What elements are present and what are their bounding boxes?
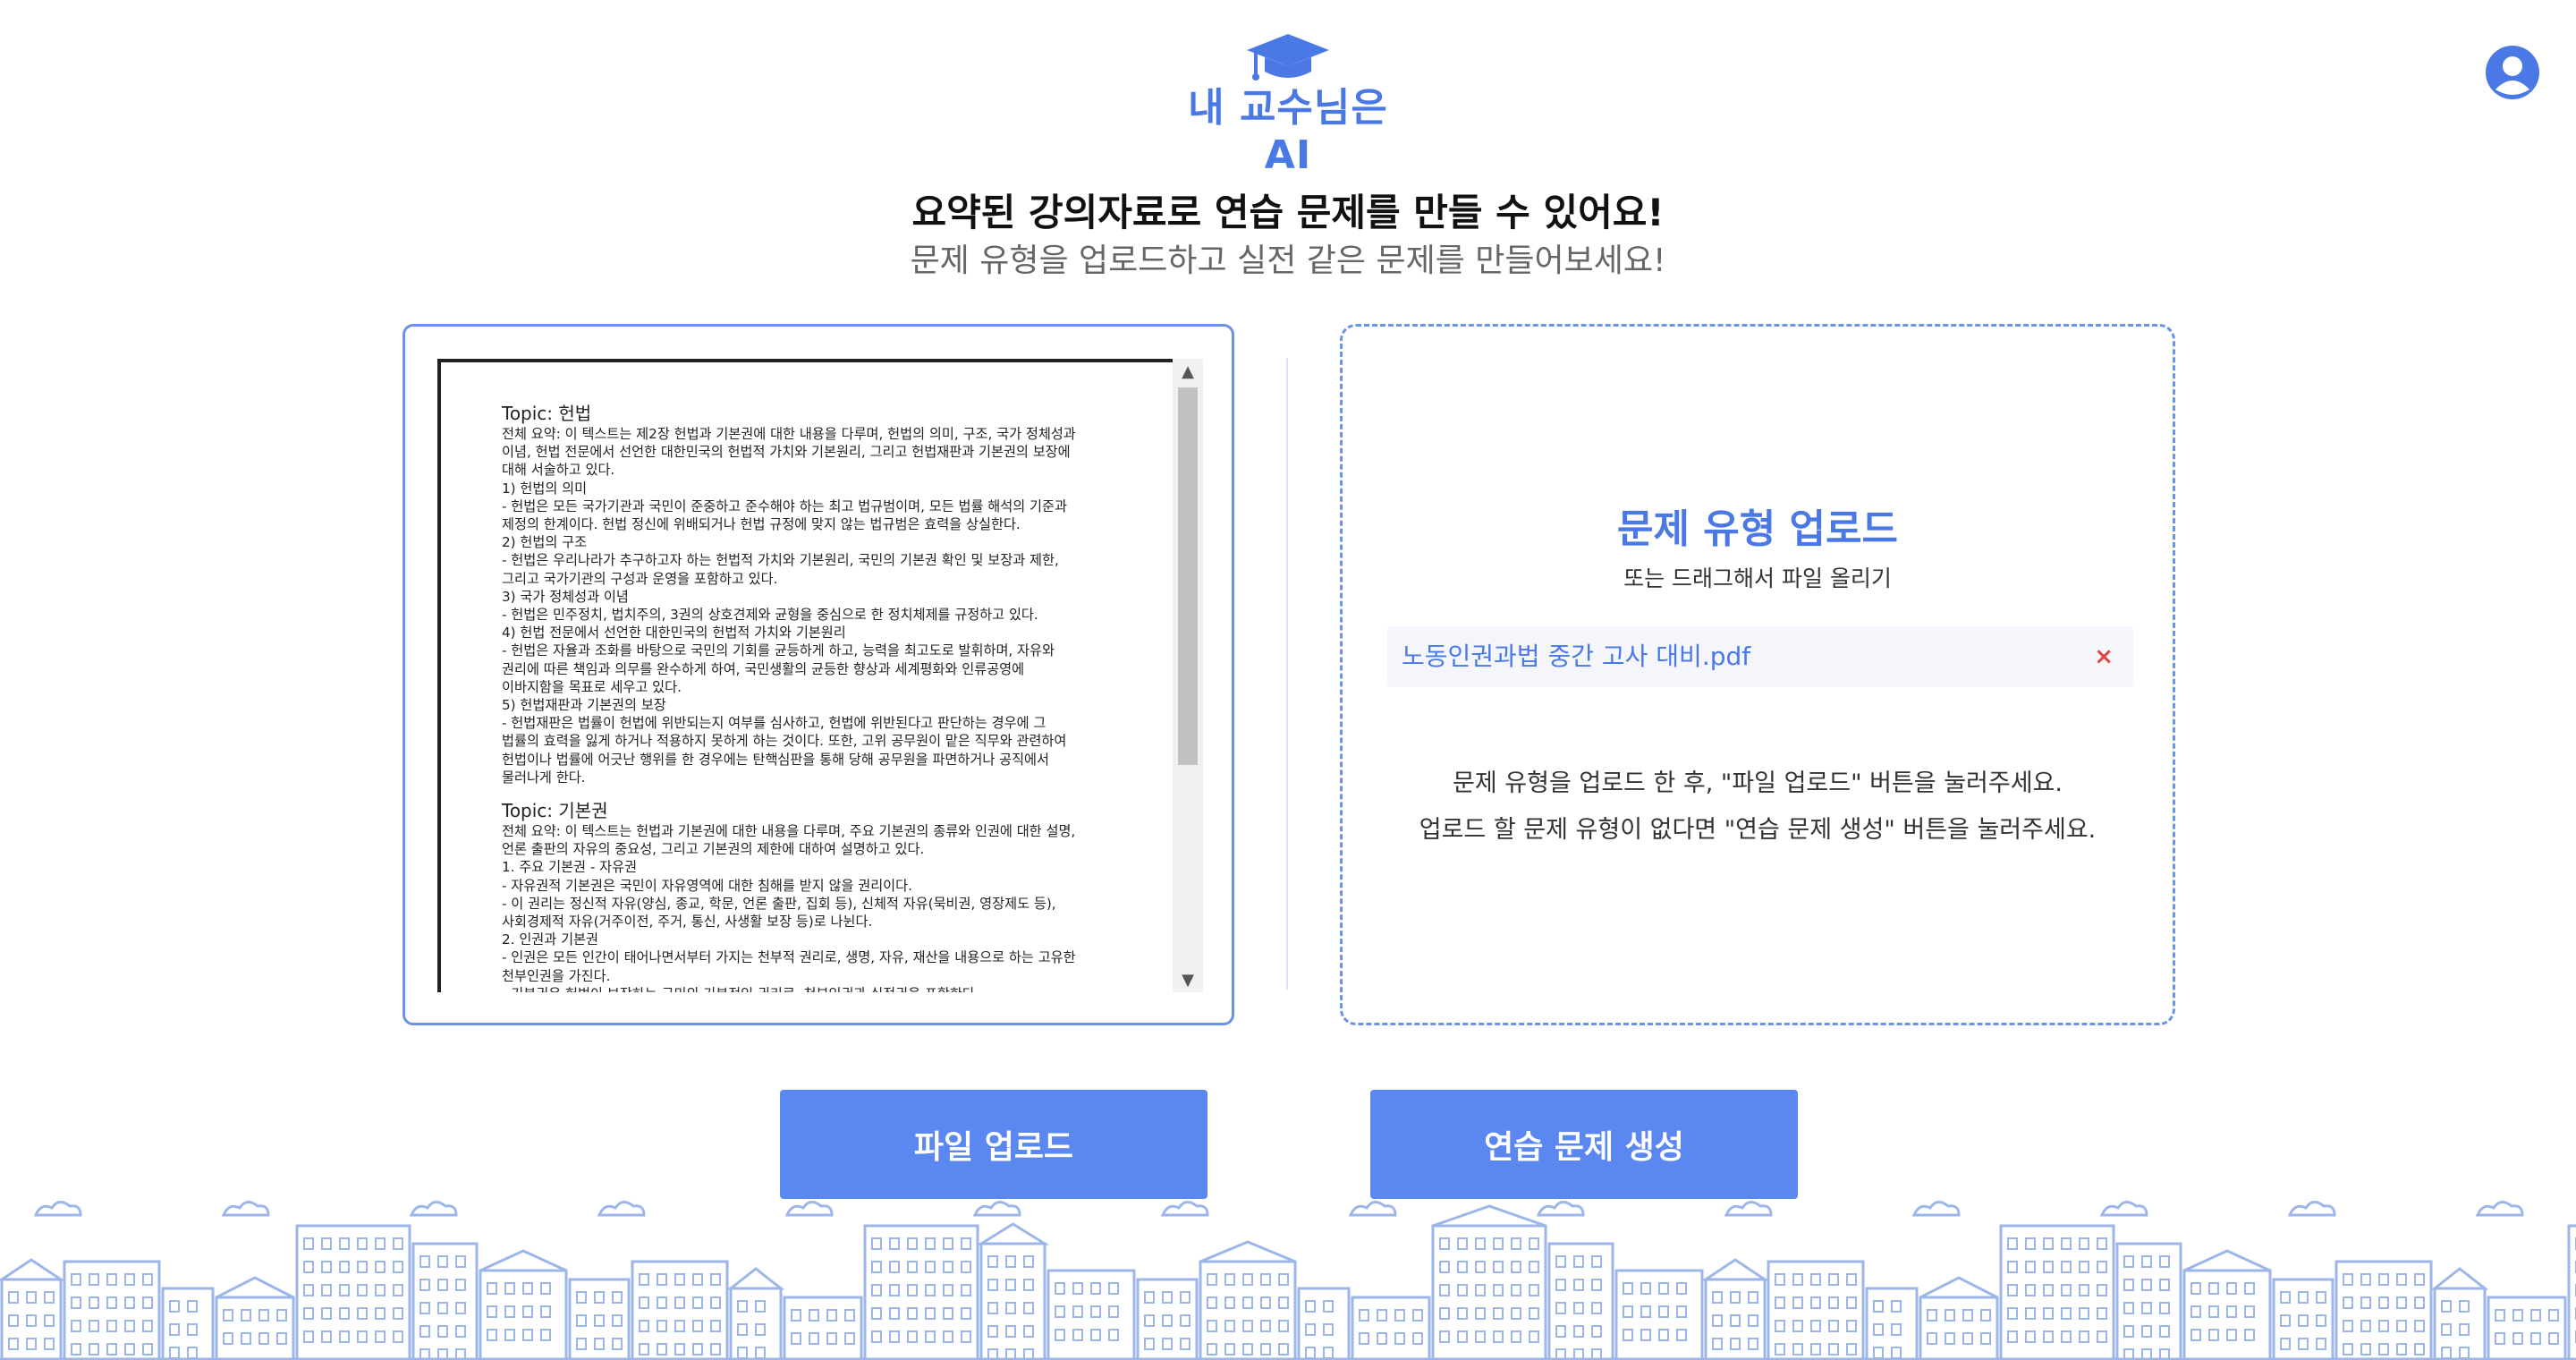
upload-drag-hint: 또는 드래그해서 파일 올리기 bbox=[1623, 565, 1892, 591]
document-text-line: - 헌법재판은 법률이 헌법에 위반되는지 여부를 심사하고, 헌법에 위반된다… bbox=[502, 715, 1046, 732]
document-text-line: 1) 헌법의 의미 bbox=[502, 480, 588, 497]
app-root: 내 교수님은 AI 요약된 강의자료로 연습 문제를 만들 수 있어요! 문제 … bbox=[0, 0, 2576, 1360]
document-text-line: 5) 헌법재판과 기본권의 보장 bbox=[502, 697, 666, 714]
document-text-line: - 인권은 모든 인간이 태어나면서부터 가지는 천부적 권리로, 생명, 자유… bbox=[502, 949, 1076, 966]
uploaded-file-item: 노동인권과법 중간 고사 대비.pdf × bbox=[1387, 626, 2133, 687]
document-text-line: 헌법이나 법률에 어긋난 행위를 한 경우에는 탄핵심판을 통해 당해 공무원을… bbox=[502, 751, 1050, 768]
upload-title[interactable]: 문제 유형 업로드 bbox=[1343, 497, 2173, 554]
document-text-line: 전체 요약: 이 텍스트는 헌법과 기본권에 대한 내용을 다루며, 주요 기본… bbox=[502, 823, 1076, 840]
document-text-line: 천부인권을 가진다. bbox=[502, 967, 611, 984]
document-content: Topic: 헌법전체 요약: 이 텍스트는 제2장 헌법과 기본권에 대한 내… bbox=[502, 398, 1128, 992]
scroll-down-arrow-icon[interactable]: ▼ bbox=[1173, 967, 1203, 992]
document-topic-heading: Topic: 헌법 bbox=[502, 403, 592, 424]
upload-dropzone[interactable]: 문제 유형 업로드 또는 드래그해서 파일 올리기 노동인권과법 중간 고사 대… bbox=[1340, 324, 2175, 1025]
document-text-line: - 헌법은 자율과 조화를 바탕으로 국민의 기회를 균등하게 하고, 능력을 … bbox=[502, 642, 1055, 659]
document-text-line: - 헌법은 민주정치, 법치주의, 3권의 상호견제와 균형을 중심으로 한 정… bbox=[502, 607, 1038, 624]
upload-instruction-2: 업로드 할 문제 유형이 없다면 "연습 문제 생성" 버튼을 눌러주세요. bbox=[1419, 816, 2097, 844]
page-headline: 요약된 강의자료로 연습 문제를 만들 수 있어요! bbox=[911, 191, 1665, 234]
logo-text: 내 교수님은 AI bbox=[1188, 85, 1388, 178]
document-text-line: - 헌법은 모든 국가기관과 국민이 준중하고 준수해야 하는 최고 법규범이며… bbox=[502, 497, 1067, 514]
document-text-line: 제정의 한계이다. 헌법 정신에 위배되거나 헌법 규정에 맞지 않는 법규범은… bbox=[502, 516, 1021, 533]
document-text-line: 전체 요약: 이 텍스트는 제2장 헌법과 기본권에 대한 내용을 다루며, 헌… bbox=[502, 426, 1076, 442]
document-text-line: 1. 주요 기본권 - 자유권 bbox=[502, 859, 638, 876]
document-text-line: 대해 서술하고 있다. bbox=[502, 462, 615, 479]
city-skyline-illustration bbox=[0, 1201, 2576, 1360]
document-text-line: - 기본권은 헌법이 보장하는 국민의 기본적인 권리로, 천부인권과 실정권을… bbox=[502, 985, 1128, 992]
document-text-line: 이바지함을 목표로 세우고 있다. bbox=[502, 678, 682, 695]
document-text-line: 2. 인권과 기본권 bbox=[502, 931, 598, 948]
document-text-line: 법률의 효력을 잃게 하거나 적용하지 못하게 하는 것이다. 또한, 고위 공… bbox=[502, 733, 1067, 750]
document-text-line: 그리고 국가기관의 구성과 운영을 포함하고 있다. bbox=[502, 570, 778, 587]
document-scrollbar[interactable]: ▲ ▼ bbox=[1173, 359, 1203, 992]
document-text-line: 권리에 따른 책임과 의무를 완수하게 하여, 국민생활의 균등한 향상과 세계… bbox=[502, 660, 1025, 677]
document-text-line: 사회경제적 자유(거주이전, 주거, 통신, 사생활 보장 등)로 나뉜다. bbox=[502, 914, 873, 931]
document-text-line: 언론 출판의 자유의 중요성, 그리고 기본권의 제한에 대하여 설명하고 있다… bbox=[502, 841, 925, 858]
scroll-thumb[interactable] bbox=[1178, 387, 1198, 765]
document-text-line: 3) 국가 정체성과 이념 bbox=[502, 588, 629, 605]
app-logo[interactable]: 내 교수님은 AI bbox=[1163, 32, 1413, 178]
panel-divider bbox=[1286, 358, 1288, 990]
document-text-line: 물러나게 한다. bbox=[502, 769, 586, 786]
uploaded-file-name: 노동인권과법 중간 고사 대비.pdf bbox=[1402, 642, 1751, 671]
document-topic-heading: Topic: 기본권 bbox=[502, 800, 608, 822]
upload-instruction-1: 문제 유형을 업로드 한 후, "파일 업로드" 버튼을 눌러주세요. bbox=[1453, 769, 2063, 797]
document-text-line: 이념, 헌법 전문에서 선언한 대한민국의 헌법적 가치와 기본원리, 그리고 … bbox=[502, 444, 1071, 461]
document-text-line: 2) 헌법의 구조 bbox=[502, 534, 588, 551]
page-subheadline: 문제 유형을 업로드하고 실전 같은 문제를 만들어보세요! bbox=[910, 242, 1666, 279]
document-preview-panel: Topic: 헌법전체 요약: 이 텍스트는 제2장 헌법과 기본권에 대한 내… bbox=[402, 324, 1234, 1025]
document-text-line: 4) 헌법 전문에서 선언한 대한민국의 헌법적 가치와 기본원리 bbox=[502, 625, 846, 642]
remove-file-icon[interactable]: × bbox=[2094, 626, 2114, 687]
user-avatar-icon[interactable] bbox=[2485, 45, 2540, 100]
document-viewer[interactable]: Topic: 헌법전체 요약: 이 텍스트는 제2장 헌법과 기본권에 대한 내… bbox=[437, 359, 1173, 992]
scroll-up-arrow-icon[interactable]: ▲ bbox=[1173, 359, 1203, 384]
document-text-line: - 이 권리는 정신적 자유(양심, 종교, 학문, 언론 출판, 집회 등),… bbox=[502, 895, 1056, 912]
document-text-line: - 자유권적 기본권은 국민이 자유영역에 대한 침해를 받지 않을 권리이다. bbox=[502, 877, 912, 894]
document-text-line: - 헌법은 우리나라가 추구하고자 하는 헌법적 가치와 기본원리, 국민의 기… bbox=[502, 552, 1059, 569]
